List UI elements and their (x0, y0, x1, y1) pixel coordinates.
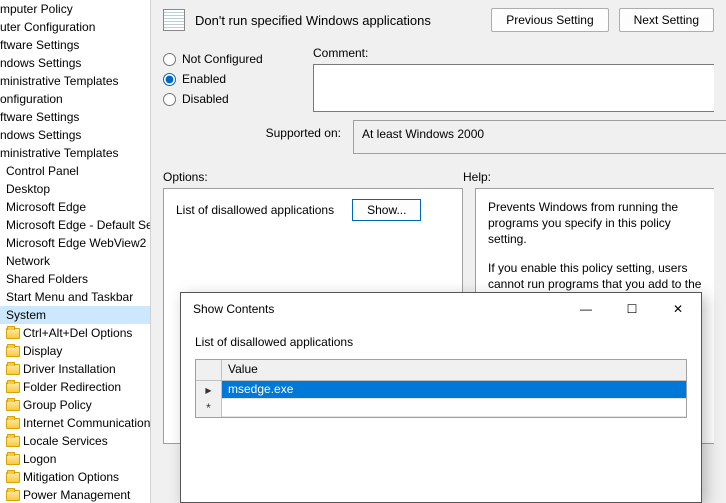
radio-not-configured[interactable]: Not Configured (163, 52, 283, 66)
tree-folder-item[interactable]: Display (0, 342, 150, 360)
tree-item[interactable]: ndows Settings (0, 54, 150, 72)
tree-item[interactable]: ndows Settings (0, 126, 150, 144)
options-line-label: List of disallowed applications (176, 203, 334, 217)
tree-folder-item[interactable]: Logon (0, 450, 150, 468)
tree-item[interactable]: mputer Policy (0, 0, 150, 18)
grid-new-row[interactable] (196, 399, 686, 417)
tree-folder-item[interactable]: Mitigation Options (0, 468, 150, 486)
tree-folder-item[interactable]: Ctrl+Alt+Del Options (0, 324, 150, 342)
folder-icon (6, 454, 20, 465)
tree-item[interactable]: ministrative Templates (0, 72, 150, 90)
supported-row: Supported on: At least Windows 2000 (151, 112, 726, 162)
close-button[interactable]: ✕ (655, 294, 701, 324)
folder-icon (6, 364, 20, 375)
radio-disabled-input[interactable] (163, 93, 176, 106)
tree-item[interactable]: Desktop (0, 180, 150, 198)
radio-not-configured-label: Not Configured (182, 52, 263, 66)
value-grid[interactable]: Value msedge.exe (195, 359, 687, 418)
tree-folder-item[interactable]: Internet Communication (0, 414, 150, 432)
folder-icon (6, 418, 20, 429)
next-setting-button[interactable]: Next Setting (619, 8, 714, 32)
folder-icon (6, 346, 20, 357)
minimize-button[interactable]: — (563, 294, 609, 324)
dialog-titlebar[interactable]: Show Contents — ☐ ✕ (181, 293, 701, 325)
radio-enabled[interactable]: Enabled (163, 72, 283, 86)
grid-cell-value[interactable]: msedge.exe (222, 381, 686, 399)
tree-item[interactable]: Microsoft Edge - Default Se (0, 216, 150, 234)
show-button[interactable]: Show... (352, 199, 421, 221)
folder-icon (6, 472, 20, 483)
radio-enabled-label: Enabled (182, 72, 226, 86)
tree-folder-item[interactable]: Locale Services (0, 432, 150, 450)
folder-icon (6, 436, 20, 447)
tree-folder-item[interactable]: Driver Installation (0, 360, 150, 378)
tree-item[interactable]: Microsoft Edge WebView2 (0, 234, 150, 252)
tree-item[interactable]: Start Menu and Taskbar (0, 288, 150, 306)
tree-item-system[interactable]: System (0, 306, 150, 324)
grid-col-value: Value (222, 360, 686, 380)
show-contents-dialog: Show Contents — ☐ ✕ List of disallowed a… (180, 292, 702, 503)
supported-on-value: At least Windows 2000 (353, 120, 726, 154)
options-label: Options: (163, 170, 463, 184)
radio-not-configured-input[interactable] (163, 53, 176, 66)
folder-icon (6, 328, 20, 339)
comment-label: Comment: (313, 46, 714, 60)
previous-setting-button[interactable]: Previous Setting (491, 8, 608, 32)
options-help-headers: Options: Help: (151, 162, 726, 188)
folder-icon (6, 400, 20, 411)
nav-tree[interactable]: mputer Policyuter Configurationftware Se… (0, 0, 150, 503)
help-label: Help: (463, 170, 491, 184)
tree-folder-item[interactable]: Folder Redirection (0, 378, 150, 396)
tree-folder-item[interactable]: Group Policy (0, 396, 150, 414)
comment-textbox[interactable] (313, 64, 714, 112)
header: Don't run specified Windows applications… (151, 0, 726, 46)
tree-item[interactable]: Control Panel (0, 162, 150, 180)
radio-enabled-input[interactable] (163, 73, 176, 86)
policy-icon (163, 9, 185, 31)
tree-item[interactable]: onfiguration (0, 90, 150, 108)
comment-area: Comment: (313, 46, 714, 112)
radio-disabled-label: Disabled (182, 92, 229, 106)
supported-on-label: Supported on: (163, 120, 353, 140)
tree-item[interactable]: Shared Folders (0, 270, 150, 288)
tree-item[interactable]: ftware Settings (0, 36, 150, 54)
tree-item[interactable]: uter Configuration (0, 18, 150, 36)
dialog-subtitle: List of disallowed applications (195, 335, 687, 349)
state-radio-group: Not Configured Enabled Disabled (163, 46, 283, 112)
radio-disabled[interactable]: Disabled (163, 92, 283, 106)
tree-folder-item[interactable]: Power Management (0, 486, 150, 503)
folder-icon (6, 382, 20, 393)
tree-item[interactable]: Network (0, 252, 150, 270)
tree-item[interactable]: ministrative Templates (0, 144, 150, 162)
maximize-button[interactable]: ☐ (609, 294, 655, 324)
tree-item[interactable]: ftware Settings (0, 108, 150, 126)
tree-item[interactable]: Microsoft Edge (0, 198, 150, 216)
dialog-title: Show Contents (193, 302, 274, 316)
folder-icon (6, 490, 20, 501)
grid-row[interactable]: msedge.exe (196, 381, 686, 399)
grid-header: Value (196, 360, 686, 381)
help-p1: Prevents Windows from running the progra… (488, 199, 702, 248)
policy-title: Don't run specified Windows applications (195, 13, 481, 28)
